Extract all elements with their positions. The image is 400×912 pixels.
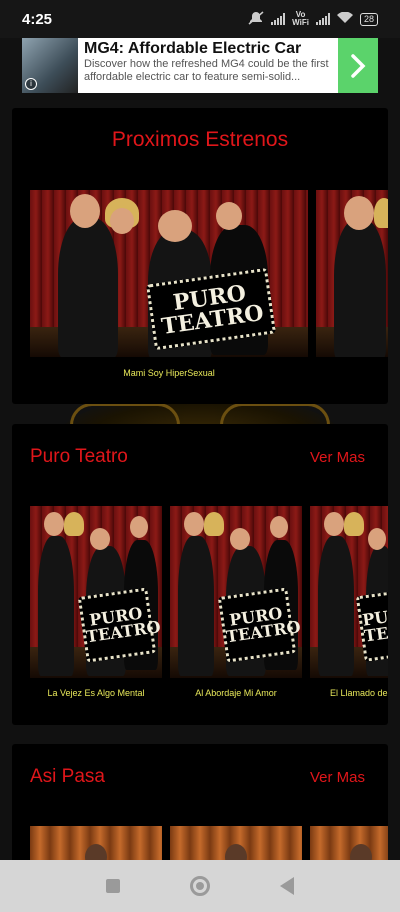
ad-title[interactable]: MG4: Affordable Electric Car: [84, 40, 332, 58]
screen: 4:25 Vo WiFi 28 i MG4: Affordable Electri…: [0, 0, 400, 912]
status-bar: 4:25 Vo WiFi 28: [0, 0, 400, 38]
status-time: 4:25: [22, 10, 53, 28]
see-more-button[interactable]: Ver Mas: [310, 769, 365, 786]
emblem-arc-right: [220, 403, 330, 425]
cell-signal-2-icon: [315, 13, 330, 25]
poster-item-1[interactable]: PURO TEATRO: [30, 506, 162, 678]
back-button[interactable]: [280, 877, 294, 895]
wifi-icon: [336, 11, 353, 27]
poster-item-3[interactable]: PURO TEATRO: [310, 506, 388, 678]
poster-logo: PURO TEATRO: [217, 587, 302, 663]
ad-info-icon[interactable]: i: [25, 78, 37, 90]
poster-caption[interactable]: La Vejez Es Algo Mental: [30, 688, 162, 698]
recents-button[interactable]: [106, 879, 120, 893]
ad-description[interactable]: Discover how the refreshed MG4 could be …: [84, 58, 332, 84]
featured-caption[interactable]: Mami Soy HiperSexual: [30, 368, 308, 378]
system-nav-bar: [0, 860, 400, 912]
section-title: Asi Pasa: [30, 766, 105, 787]
ad-open-button[interactable]: [338, 38, 378, 93]
ad-text[interactable]: MG4: Affordable Electric Car Discover ho…: [78, 38, 338, 93]
poster-item-2[interactable]: PURO TEATRO: [170, 506, 302, 678]
status-icons: Vo WiFi 28: [248, 11, 378, 28]
vowifi-indicator: Vo WiFi: [292, 10, 309, 27]
ad-thumbnail[interactable]: i: [22, 38, 78, 93]
battery-indicator: 28: [359, 12, 378, 26]
ad-banner[interactable]: i MG4: Affordable Electric Car Discover …: [22, 38, 378, 93]
featured-title: Proximos Estrenos: [111, 128, 289, 151]
mute-icon: [248, 10, 264, 28]
home-button[interactable]: [190, 876, 210, 896]
featured-poster-next[interactable]: [316, 190, 388, 357]
see-more-button[interactable]: Ver Mas: [310, 449, 365, 466]
chevron-right-icon: [351, 53, 366, 78]
poster-logo: PURO TEATRO: [77, 587, 162, 663]
emblem-arc-left: [70, 403, 180, 425]
section-title: Puro Teatro: [30, 446, 128, 467]
poster-caption[interactable]: Al Abordaje Mi Amor: [170, 688, 302, 698]
featured-poster[interactable]: PURO TEATRO: [30, 190, 308, 357]
poster-caption[interactable]: El Llamado de: [330, 688, 388, 698]
section-card-puro-teatro: Puro Teatro Ver Mas PURO TEATRO PURO TEA…: [12, 424, 388, 725]
featured-card: Proximos Estrenos PURO TEATRO Mami Soy Hi…: [12, 108, 388, 404]
cell-signal-icon: [271, 13, 286, 25]
